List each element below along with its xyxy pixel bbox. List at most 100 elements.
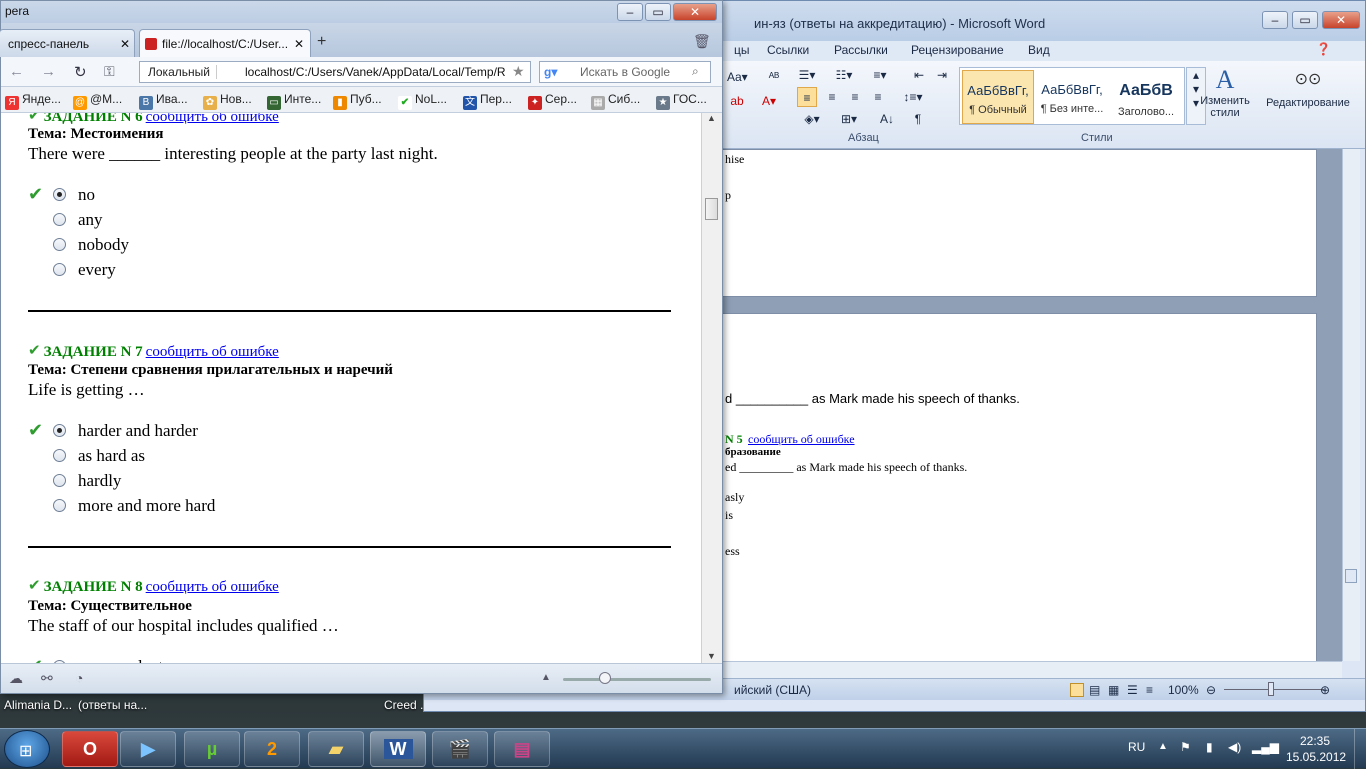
url-text[interactable]: localhost/C:/Users/Vanek/AppData/Local/T… — [245, 65, 507, 79]
style-normal[interactable]: АаБбВвГг, ¶ Обычный — [962, 70, 1034, 124]
spelling-icon[interactable]: ᴬᴮ — [764, 67, 784, 87]
font-size-icon[interactable]: Aa▾ — [727, 67, 748, 87]
bookmark-item[interactable]: ★ ГОС... — [656, 92, 707, 110]
radio-button[interactable] — [53, 499, 66, 512]
taskbar-video-editor[interactable]: 🎬 — [432, 731, 488, 767]
radio-button[interactable] — [53, 188, 66, 201]
close-tab-icon[interactable]: ✕ — [120, 37, 130, 51]
flag-icon[interactable]: ⚑ — [1180, 740, 1191, 754]
zoom-out-icon[interactable]: ⊖ — [1206, 683, 1216, 697]
line-spacing-icon[interactable]: ↕≡▾ — [903, 87, 923, 107]
radio-button[interactable] — [53, 449, 66, 462]
close-tab-icon[interactable]: ✕ — [294, 37, 304, 51]
bookmark-item[interactable]: ✿ Нов... — [203, 92, 252, 110]
back-icon[interactable]: ← — [9, 63, 24, 80]
reload-icon[interactable]: ↻ — [74, 63, 87, 81]
trash-icon[interactable]: 🗑 — [693, 33, 711, 50]
taskbar-app[interactable]: 2 — [244, 731, 300, 767]
maximize-button[interactable]: ▭ — [645, 3, 671, 21]
align-right-icon[interactable]: ≡ — [845, 87, 865, 107]
show-desktop-button[interactable] — [1354, 729, 1364, 769]
multilevel-list-icon[interactable]: ≡▾ — [870, 65, 890, 85]
minimize-button[interactable]: – — [617, 3, 643, 21]
borders-icon[interactable]: ⊞▾ — [839, 109, 859, 129]
style-heading[interactable]: АаБбВ Заголово... — [1110, 70, 1182, 124]
increase-indent-icon[interactable]: ⇥ — [932, 65, 952, 85]
taskbar-word[interactable]: W — [370, 731, 426, 767]
maximize-button[interactable]: ▭ — [1292, 11, 1318, 29]
radio-button[interactable] — [53, 213, 66, 226]
radio-button[interactable] — [53, 263, 66, 276]
bookmark-item[interactable]: Я Янде... — [5, 92, 61, 110]
shading-icon[interactable]: ◈▾ — [802, 109, 822, 129]
bookmark-star-icon[interactable]: ★ — [512, 63, 525, 80]
word-vertical-scrollbar[interactable] — [1342, 149, 1360, 661]
reading-layout-icon[interactable]: ▤ — [1089, 683, 1100, 697]
change-styles-button[interactable]: A Изменить стили — [1194, 65, 1256, 129]
minimize-button[interactable]: – — [1262, 11, 1288, 29]
taskbar-archiver[interactable]: ▤ — [494, 731, 550, 767]
speed-icon[interactable]: ◔ — [75, 670, 83, 686]
address-field[interactable]: Локальный localhost/C:/Users/Vanek/AppDa… — [139, 61, 531, 83]
radio-button[interactable] — [53, 424, 66, 437]
search-field[interactable]: g▾ Искать в Google ⌕ — [539, 61, 711, 83]
start-button[interactable]: ⊞ — [4, 730, 50, 768]
ribbon-tab[interactable]: цы — [734, 43, 750, 57]
bookmark-item[interactable]: ✔ NoL... — [398, 92, 447, 110]
help-icon[interactable]: ❓ — [1316, 42, 1331, 56]
opera-title-bar[interactable]: pera – ▭ ✕ — [1, 1, 722, 23]
draft-icon[interactable]: ≡ — [1146, 683, 1153, 697]
desktop-label[interactable]: Alimania D... — [4, 698, 72, 712]
taskbar-utorrent[interactable]: µ — [184, 731, 240, 767]
local-badge[interactable]: Локальный — [148, 65, 217, 79]
radio-button[interactable] — [53, 238, 66, 251]
power-icon[interactable]: ▮ — [1206, 740, 1213, 754]
taskbar-explorer[interactable]: ▰ — [308, 731, 364, 767]
bookmark-item[interactable]: ▭ Инте... — [267, 92, 321, 110]
page-scrollbar[interactable]: ▲ ▼ — [701, 113, 722, 663]
close-button[interactable]: ✕ — [673, 3, 717, 21]
search-icon[interactable]: ⌕ — [692, 64, 699, 79]
close-button[interactable]: ✕ — [1322, 11, 1360, 29]
scroll-thumb[interactable] — [705, 198, 718, 220]
ribbon-tab-view[interactable]: Вид — [1028, 43, 1050, 57]
language-indicator[interactable]: ийский (США) — [734, 683, 811, 697]
font-color-icon[interactable]: A▾ — [759, 91, 779, 111]
bookmark-item[interactable]: 文 Пер... — [463, 92, 512, 110]
numbering-icon[interactable]: ☷▾ — [834, 65, 854, 85]
network-icon[interactable]: ▂▄▆ — [1252, 740, 1279, 754]
zoom-slider[interactable] — [563, 678, 711, 681]
bookmark-item[interactable]: @ @M... — [73, 92, 122, 110]
show-marks-icon[interactable]: ¶ — [908, 109, 928, 129]
zoom-slider[interactable] — [1224, 689, 1324, 690]
clock-time[interactable]: 22:35 — [1300, 734, 1330, 748]
zoom-slider-thumb[interactable] — [1268, 682, 1274, 696]
justify-icon[interactable]: ≡ — [868, 87, 888, 107]
taskbar-opera[interactable]: O — [62, 731, 118, 767]
ribbon-tab-mailings[interactable]: Рассылки — [834, 43, 888, 57]
style-no-spacing[interactable]: АаБбВвГг, ¶ Без инте... — [1036, 70, 1108, 124]
language-indicator[interactable]: RU — [1128, 740, 1145, 754]
zoom-in-icon[interactable]: ⊕ — [1320, 683, 1330, 697]
scroll-thumb[interactable] — [1345, 569, 1357, 583]
bookmark-item[interactable]: ▦ Сиб... — [591, 92, 640, 110]
tab-speed-dial[interactable]: спресс-панель ✕ — [0, 29, 135, 57]
scroll-down-icon[interactable]: ▼ — [707, 651, 716, 661]
volume-icon[interactable]: ◀) — [1228, 740, 1241, 754]
zoom-level[interactable]: 100% — [1168, 683, 1199, 697]
radio-button[interactable] — [53, 474, 66, 487]
tab-local-file[interactable]: file://localhost/C:/User... ✕ — [139, 29, 311, 57]
new-tab-icon[interactable]: + — [317, 33, 326, 51]
editing-button[interactable]: ⊙⊙ Редактирование — [1258, 65, 1358, 129]
taskbar-media-player[interactable]: ▶ — [120, 731, 176, 767]
decrease-indent-icon[interactable]: ⇤ — [909, 65, 929, 85]
ribbon-tab-review[interactable]: Рецензирование — [911, 43, 1004, 57]
zoom-slider-thumb[interactable] — [599, 672, 611, 684]
bookmark-item[interactable]: ✦ Сер... — [528, 92, 577, 110]
highlight-icon[interactable]: ab — [727, 91, 747, 111]
bookmark-item[interactable]: B Ива... — [139, 92, 188, 110]
clock-date[interactable]: 15.05.2012 — [1286, 750, 1346, 764]
share-icon[interactable]: ⚯ — [41, 670, 53, 687]
report-error-link[interactable]: сообщить об ошибке — [146, 344, 279, 360]
zoom-menu-icon[interactable]: ▲ — [541, 672, 551, 683]
